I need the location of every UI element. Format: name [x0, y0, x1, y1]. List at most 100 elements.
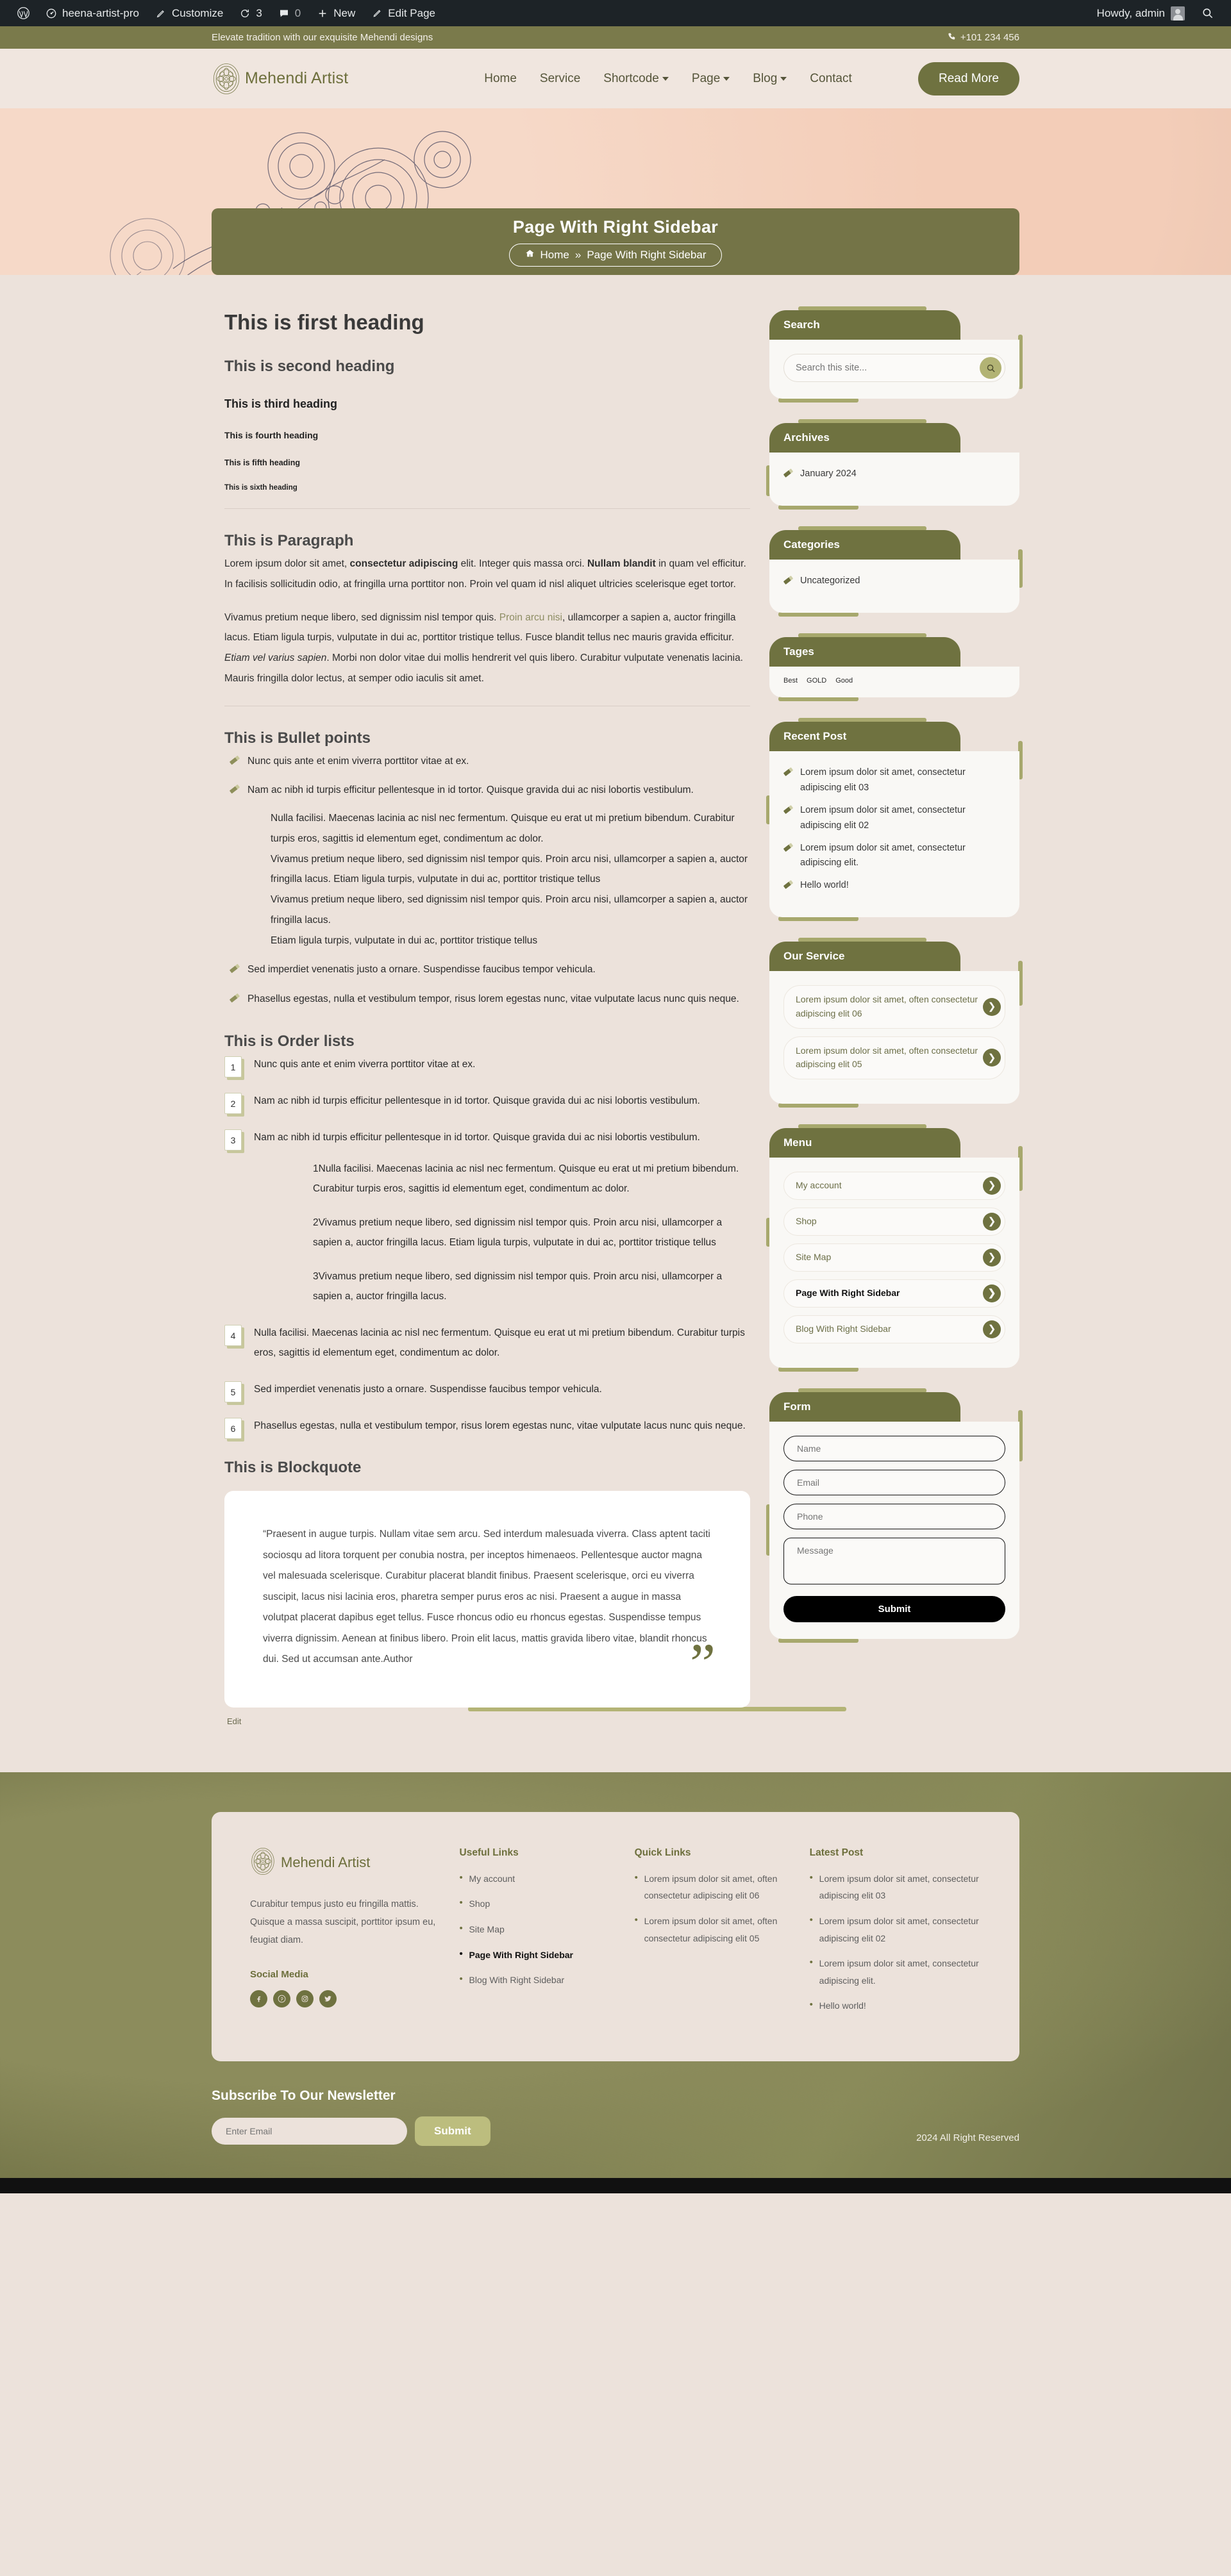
search-input[interactable] [796, 363, 980, 373]
list-item[interactable]: Lorem ipsum dolor sit amet, often consec… [635, 1911, 791, 1947]
nav-item-service[interactable]: Service [540, 72, 580, 86]
breadcrumb: Home » Page With Right Sidebar [508, 243, 723, 267]
phone-link[interactable]: +101 234 456 [947, 32, 1019, 44]
instagram-icon[interactable] [296, 1990, 314, 2007]
archives-list: January 2024 [783, 467, 1005, 482]
edit-page-button[interactable]: Edit Page [364, 0, 444, 26]
brand-link[interactable]: Mehendi Artist [212, 63, 348, 95]
chevron-right-icon: ❯ [983, 997, 1001, 1016]
list-item[interactable]: My account [460, 1869, 616, 1888]
twitter-icon[interactable] [319, 1990, 337, 2007]
message-field[interactable] [783, 1538, 1005, 1585]
nav-item-contact[interactable]: Contact [810, 72, 851, 86]
nav-item-home[interactable]: Home [484, 72, 517, 86]
list-item[interactable]: Lorem ipsum dolor sit amet, consectetur … [810, 1869, 981, 1904]
nav-item-shortcode[interactable]: Shortcode [603, 72, 669, 86]
bullets-section-heading: This is Bullet points [224, 729, 371, 747]
wp-logo-button[interactable] [9, 0, 38, 26]
customize-button[interactable]: Customize [147, 0, 231, 26]
page-title-bar: Page With Right Sidebar Home » Page With… [212, 208, 1019, 275]
list-item[interactable]: Lorem ipsum dolor sit amet, consectetur … [783, 765, 1005, 796]
ordered-list: Nunc quis ante et enim viverra porttitor… [224, 1054, 750, 1440]
list-item[interactable]: Lorem ipsum dolor sit amet, consectetur … [783, 841, 1005, 872]
tag-item[interactable]: GOLD [807, 677, 826, 685]
name-field[interactable] [783, 1436, 1005, 1462]
heading-2: This is second heading [224, 358, 395, 375]
widget-body: Lorem ipsum dolor sit amet, often consec… [769, 971, 1019, 1104]
heading-6: This is sixth heading [224, 484, 297, 492]
list-item[interactable]: Lorem ipsum dolor sit amet, often consec… [635, 1869, 791, 1904]
dashboard-icon [46, 8, 56, 19]
footer-brand[interactable]: Mehendi Artist [250, 1847, 440, 1879]
inline-link[interactable]: Proin arcu nisi [499, 612, 562, 623]
phone-field[interactable] [783, 1504, 1005, 1530]
tag-item[interactable]: Best [783, 677, 798, 685]
edit-link[interactable]: Edit [227, 1716, 241, 1726]
footer-brand-column: Mehendi Artist Curabitur tempus justo eu… [250, 1847, 440, 2023]
social-row [250, 1990, 440, 2007]
widget-body: Submit [769, 1422, 1019, 1640]
newsletter-email-input[interactable] [212, 2118, 407, 2145]
nav-item-page[interactable]: Page [692, 72, 730, 86]
heading-1: This is first heading [224, 310, 424, 334]
newsletter-heading: Subscribe To Our Newsletter [212, 2088, 396, 2103]
tagline: Elevate tradition with our exquisite Meh… [212, 32, 433, 43]
updates-button[interactable]: 3 [231, 0, 270, 26]
footer-quick-links-column: Quick Links Lorem ipsum dolor sit amet, … [635, 1847, 791, 2023]
comments-button[interactable]: 0 [271, 0, 309, 26]
search-submit-button[interactable] [980, 357, 1001, 379]
widget-accent-bottom [778, 398, 858, 403]
service-item[interactable]: Lorem ipsum dolor sit amet, often consec… [783, 985, 1005, 1029]
list-item[interactable]: January 2024 [783, 467, 1005, 482]
list-item[interactable]: Hello world! [783, 878, 1005, 893]
pencil-icon [783, 469, 794, 478]
howdy-label: Howdy, admin [1096, 6, 1165, 19]
list-item[interactable]: Lorem ipsum dolor sit amet, consectetur … [810, 1911, 981, 1947]
list-item: Vivamus pretium neque libero, sed dignis… [271, 894, 748, 926]
widget-tags: Tages Best GOLD Good [769, 633, 1019, 701]
paragraph-2: Vivamus pretium neque libero, sed dignis… [224, 608, 750, 689]
new-content-button[interactable]: New [309, 0, 364, 26]
menu-item-blog-with-right-sidebar[interactable]: Blog With Right Sidebar ❯ [783, 1315, 1005, 1344]
quick-links-heading: Quick Links [634, 1847, 691, 1858]
site-name-button[interactable]: heena-artist-pro [38, 0, 147, 26]
nav-item-blog[interactable]: Blog [753, 72, 787, 86]
form-submit-button[interactable]: Submit [783, 1596, 1005, 1623]
paragraph-1: Lorem ipsum dolor sit amet, consectetur … [224, 554, 750, 595]
pinterest-icon[interactable] [273, 1990, 290, 2007]
list-item[interactable]: Uncategorized [783, 574, 1005, 589]
list-item[interactable]: Hello world! [810, 1996, 981, 2015]
tag-item[interactable]: Good [835, 677, 853, 685]
blockquote: “Praesent in augue turpis. Nullam vitae … [224, 1491, 750, 1708]
divider [224, 508, 750, 509]
menu-item-my-account[interactable]: My account ❯ [783, 1172, 1005, 1201]
list-item: Nunc quis ante et enim viverra porttitor… [224, 1054, 750, 1078]
widget-accent-bottom [778, 696, 858, 701]
list-item: Phasellus egestas, nulla et vestibulum t… [224, 989, 750, 1010]
main-content: This is first heading This is second hea… [212, 310, 846, 1727]
list-item[interactable]: Page With Right Sidebar [460, 1945, 616, 1964]
heading-3: This is third heading [224, 397, 338, 410]
list-item[interactable]: Site Map [460, 1920, 616, 1938]
list-item[interactable]: Blog With Right Sidebar [460, 1970, 616, 1989]
service-item[interactable]: Lorem ipsum dolor sit amet, often consec… [783, 1036, 1005, 1080]
list-item: Nulla facilisi. Maecenas lacinia ac nisl… [271, 813, 735, 844]
read-more-button[interactable]: Read More [918, 62, 1019, 96]
list-item[interactable]: Lorem ipsum dolor sit amet, consectetur … [810, 1954, 981, 1989]
list-item[interactable]: Shop [460, 1894, 616, 1913]
breadcrumb-home[interactable]: Home [540, 249, 569, 262]
menu-item-site-map[interactable]: Site Map ❯ [783, 1243, 1005, 1272]
admin-search-button[interactable] [1193, 0, 1222, 26]
email-field[interactable] [783, 1470, 1005, 1496]
facebook-icon[interactable] [250, 1990, 267, 2007]
newsletter-submit-button[interactable]: Submit [415, 2116, 490, 2146]
menu-item-shop[interactable]: Shop ❯ [783, 1208, 1005, 1236]
list-item[interactable]: Lorem ipsum dolor sit amet, consectetur … [783, 803, 1005, 834]
widget-accent-bottom [778, 1367, 858, 1372]
widget-body: Lorem ipsum dolor sit amet, consectetur … [769, 751, 1019, 918]
howdy-account-button[interactable]: Howdy, admin [1089, 0, 1193, 26]
orders-section-heading: This is Order lists [224, 1033, 355, 1051]
footer-description: Curabitur tempus justo eu fringilla matt… [250, 1899, 436, 1946]
page-title: Page With Right Sidebar [512, 217, 719, 237]
menu-item-page-with-right-sidebar[interactable]: Page With Right Sidebar ❯ [783, 1279, 1005, 1308]
